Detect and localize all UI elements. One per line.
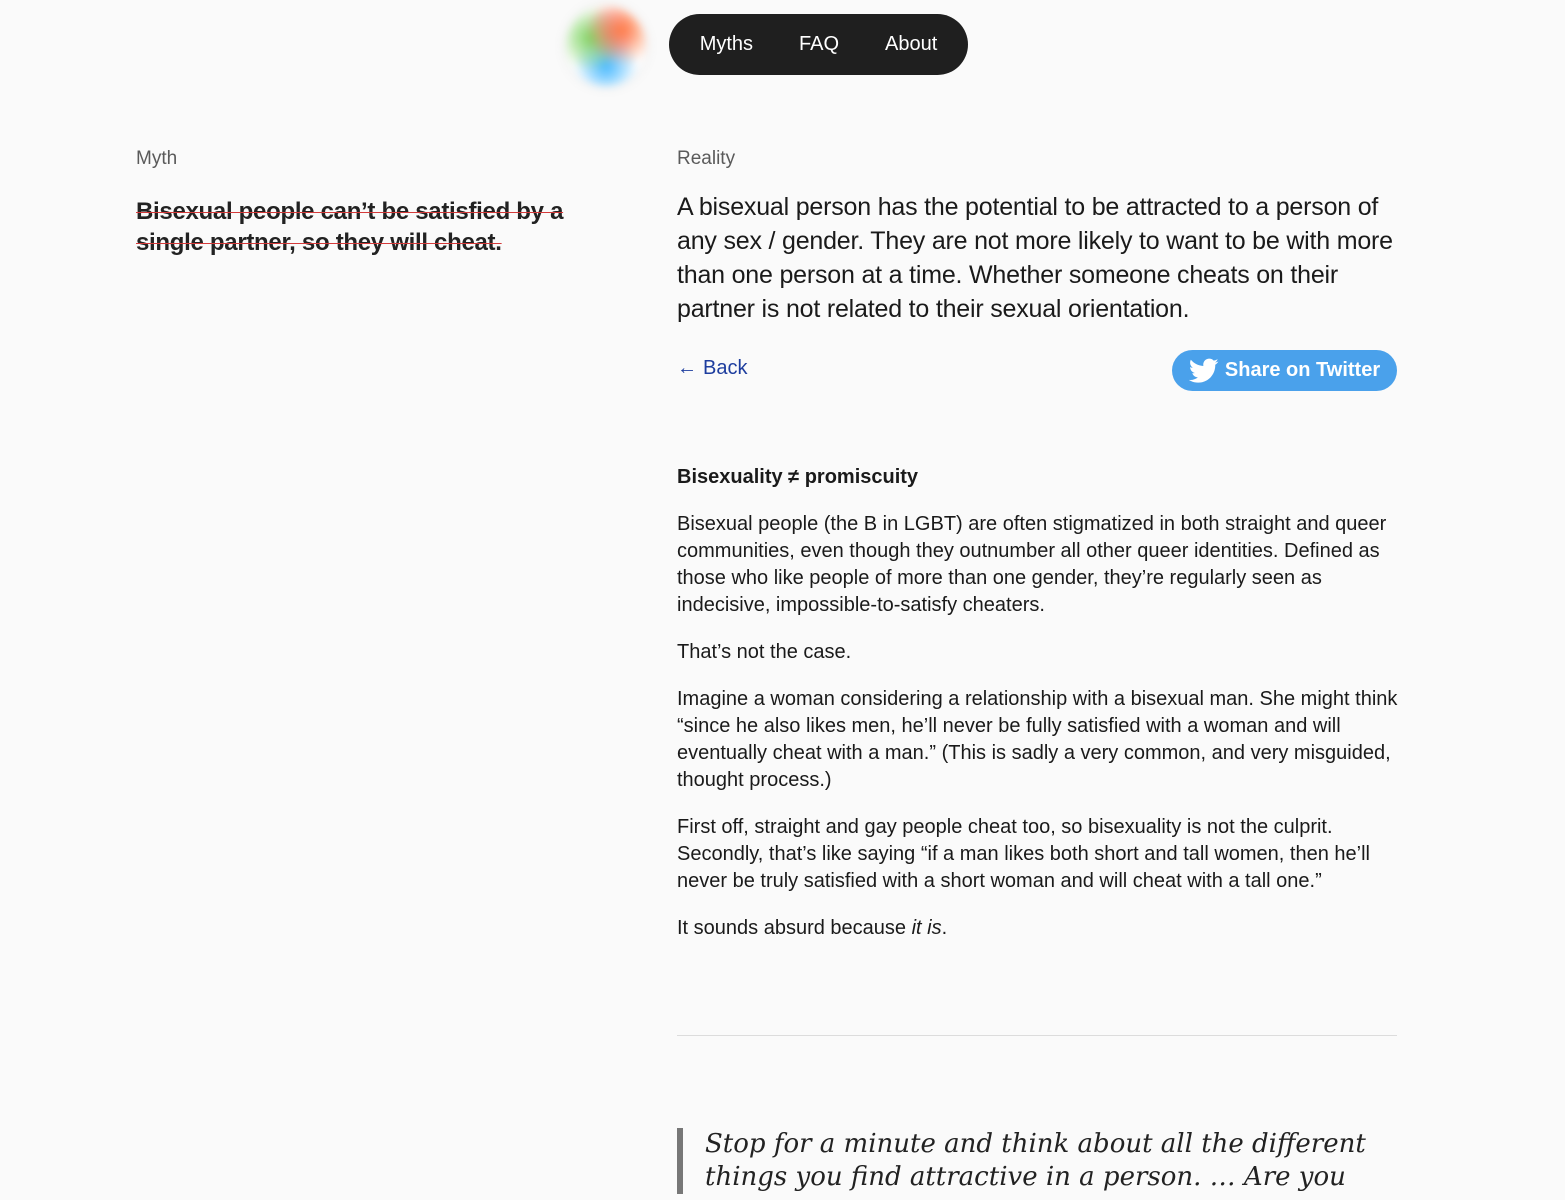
left-arrow-icon: ← (677, 357, 697, 379)
article-paragraph: That’s not the case. (677, 641, 852, 663)
nav-faq[interactable]: FAQ (799, 33, 839, 56)
nav-myths[interactable]: Myths (700, 33, 753, 56)
main-nav: Myths FAQ About (669, 14, 968, 75)
share-on-twitter-button[interactable]: Share on Twitter (1172, 350, 1397, 391)
article-paragraph: Bisexual people (the B in LGBT) are ofte… (677, 513, 1387, 616)
closing-suffix: . (941, 917, 948, 939)
article-heading: Bisexuality ≠ promiscuity (677, 466, 919, 488)
section-divider (677, 1035, 1397, 1036)
reality-statement: A bisexual person has the potential to b… (677, 193, 1393, 323)
nav-about[interactable]: About (885, 33, 937, 56)
article-paragraph: First off, straight and gay people cheat… (677, 816, 1370, 892)
article-paragraph-closing: It sounds absurd because it is. (677, 915, 1402, 942)
back-label: Back (703, 357, 748, 379)
closing-emphasis: it is (911, 917, 942, 939)
article-paragraph: Imagine a woman considering a relationsh… (677, 688, 1398, 791)
pull-quote: Stop for a minute and think about all th… (677, 1128, 1397, 1194)
closing-prefix: It sounds absurd because (677, 917, 912, 939)
site-logo[interactable] (566, 6, 646, 86)
twitter-bird-icon (1188, 358, 1219, 383)
myth-statement: Bisexual people can’t be satisfied by a … (136, 198, 564, 256)
reality-label: Reality (677, 148, 736, 169)
article-body: Bisexuality ≠ promiscuity Bisexual peopl… (677, 464, 1402, 962)
share-label: Share on Twitter (1224, 359, 1381, 381)
myth-label: Myth (136, 148, 178, 169)
back-link[interactable]: ← Back (677, 357, 747, 380)
